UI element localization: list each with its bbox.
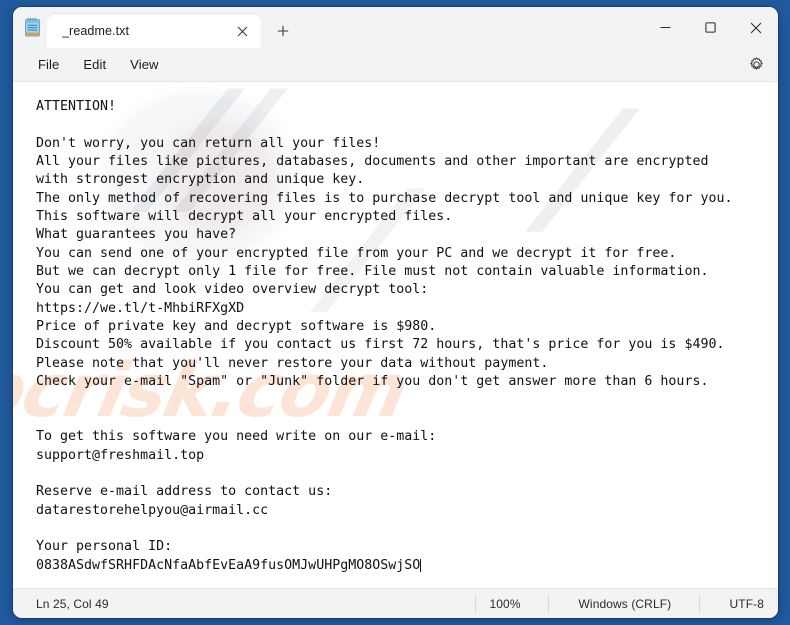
menu-view[interactable]: View [118,53,170,76]
text-caret [420,558,422,573]
cursor-position[interactable]: Ln 25, Col 49 [13,595,123,613]
menu-bar: File Edit View [13,48,778,82]
tab-title: _readme.txt [62,24,130,38]
zoom-level[interactable]: 100% [476,595,548,613]
line-endings[interactable]: Windows (CRLF) [549,595,699,613]
new-tab-button[interactable] [266,14,300,48]
menu-edit[interactable]: Edit [71,53,118,76]
minimize-button[interactable] [643,7,688,48]
notepad-window: _readme.txt File Edit View // / / pcrisk… [13,7,778,618]
tab-strip: _readme.txt [47,7,643,48]
gear-icon[interactable] [740,52,772,78]
encoding[interactable]: UTF-8 [700,595,779,613]
close-button[interactable] [733,7,778,48]
window-controls [643,7,778,48]
tab-readme[interactable]: _readme.txt [47,14,261,48]
menu-file[interactable]: File [26,53,71,76]
notepad-icon [17,7,47,48]
maximize-button[interactable] [688,7,733,48]
close-icon[interactable] [229,18,255,44]
title-bar[interactable]: _readme.txt [13,7,778,48]
status-bar: Ln 25, Col 49 100% Windows (CRLF) UTF-8 [13,588,778,618]
text-editor-area[interactable]: // / / pcrisk.com ATTENTION! Don't worry… [13,82,778,588]
desktop-background: _readme.txt File Edit View // / / pcrisk… [0,0,790,625]
file-content[interactable]: ATTENTION! Don't worry, you can return a… [13,82,778,575]
